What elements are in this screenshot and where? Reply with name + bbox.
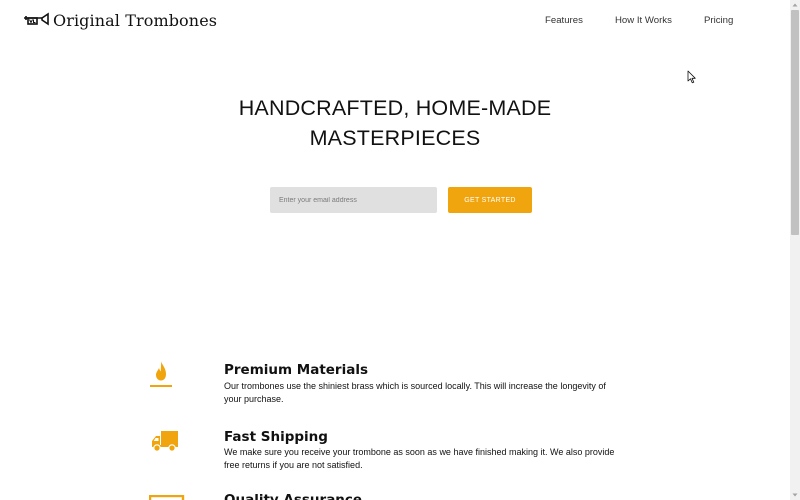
feature-title: Quality Assurance xyxy=(224,492,363,500)
hero-title-line-1: HANDCRAFTED, HOME-MADE xyxy=(238,96,552,120)
truck-icon xyxy=(152,431,178,452)
fire-icon xyxy=(150,361,172,387)
site-header: Original Trombones Features How It Works… xyxy=(0,0,790,42)
hero-title-line-2: MASTERPIECES xyxy=(309,126,481,150)
feature-description: We make sure you receive your trombone a… xyxy=(224,447,615,470)
nav-link-how-it-works[interactable]: How It Works xyxy=(615,15,672,26)
nav-link-features[interactable]: Features xyxy=(545,15,583,26)
nav-link-pricing[interactable]: Pricing xyxy=(704,15,733,26)
certificate-icon xyxy=(149,495,185,500)
landing-page: Original Trombones Features How It Works… xyxy=(0,0,790,500)
hero-title: HANDCRAFTED, HOME-MADE MASTERPIECES xyxy=(195,93,595,153)
scroll-down-arrow-icon[interactable] xyxy=(790,490,800,500)
main-nav: Features How It Works Pricing xyxy=(0,15,790,29)
scrollbar-thumb[interactable] xyxy=(791,10,799,235)
feature-title: Fast Shipping xyxy=(224,429,328,445)
vertical-scrollbar[interactable] xyxy=(790,0,800,500)
mouse-cursor-icon xyxy=(687,70,696,84)
email-input[interactable] xyxy=(270,187,437,213)
scroll-up-arrow-icon[interactable] xyxy=(790,0,800,10)
feature-title: Premium Materials xyxy=(224,362,368,378)
get-started-button[interactable]: GET STARTED xyxy=(448,187,532,213)
feature-description: Our trombones use the shiniest brass whi… xyxy=(224,381,606,404)
